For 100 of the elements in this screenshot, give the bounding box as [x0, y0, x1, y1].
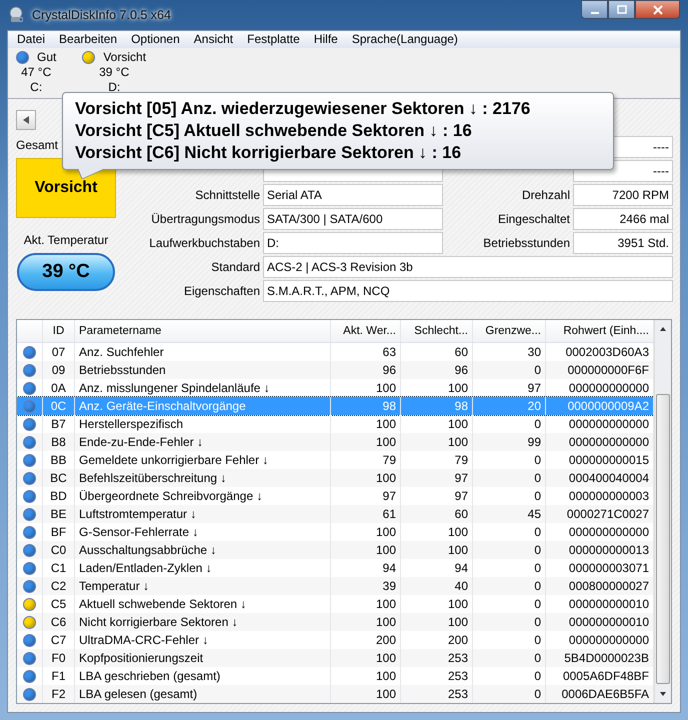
- table-cell: 0: [534, 651, 541, 665]
- table-cell: 100: [376, 525, 396, 539]
- menu-item[interactable]: Sprache(Language): [344, 32, 465, 46]
- info-field: 7200 RPM: [573, 184, 673, 206]
- table-cell: 000800000027: [568, 579, 649, 593]
- table-cell: 96: [382, 363, 396, 377]
- column-header[interactable]: Parametername: [75, 320, 331, 342]
- table-cell: B8: [51, 435, 66, 449]
- table-cell: 100: [376, 669, 396, 683]
- table-cell: 0000271C0027: [566, 507, 649, 521]
- menu-item[interactable]: Hilfe: [306, 32, 345, 46]
- table-cell: LBA gelesen (gesamt): [79, 687, 198, 701]
- table-cell: 20: [528, 399, 541, 413]
- table-cell: 000000000003: [568, 489, 649, 503]
- table-cell: 0C: [50, 399, 66, 413]
- temperature-display: 39 °C: [17, 253, 115, 291]
- table-cell: 100: [376, 471, 396, 485]
- table-cell: 0: [534, 597, 541, 611]
- table-cell: F1: [51, 669, 66, 683]
- column-header[interactable]: Schlecht...: [401, 320, 473, 342]
- table-cell: Anz. Geräte-Einschaltvorgänge: [79, 399, 246, 413]
- table-cell: C6: [50, 615, 66, 629]
- column-header[interactable]: Akt. Wer...: [331, 320, 401, 342]
- table-cell: 97: [454, 489, 468, 503]
- drive-status[interactable]: Gut: [37, 50, 56, 65]
- table-cell: Nicht korrigierbare Sektoren ↓: [79, 615, 238, 629]
- table-row[interactable]: BC Befehlszeitüberschreitung ↓ 100 97 0 000400040004: [17, 469, 654, 487]
- table-cell: 94: [382, 561, 396, 575]
- table-cell: 0: [534, 417, 541, 431]
- info-field: SATA/300 | SATA/600: [263, 208, 443, 230]
- table-cell: BF: [50, 525, 66, 539]
- table-cell: BE: [50, 507, 66, 521]
- info-field: 3951 Std.: [573, 232, 673, 254]
- table-cell: 0000000009A2: [568, 399, 649, 413]
- table-cell: 97: [454, 471, 468, 485]
- table-cell: 100: [448, 417, 468, 431]
- table-cell: C0: [50, 543, 66, 557]
- temperature-label: Akt. Temperatur: [24, 233, 108, 249]
- table-cell: 100: [376, 543, 396, 557]
- table-cell: 40: [454, 579, 468, 593]
- column-header[interactable]: ID: [43, 320, 75, 342]
- table-cell: 100: [376, 597, 396, 611]
- table-cell: 000000000F6F: [568, 363, 649, 377]
- table-cell: 100: [448, 597, 468, 611]
- table-cell: 96: [454, 363, 468, 377]
- field-label: Schnittstelle: [195, 188, 260, 202]
- drive-temperature[interactable]: 39 °C: [99, 64, 130, 80]
- table-cell: Herstellerspezifisch: [79, 417, 184, 431]
- table-cell: 000000000000: [568, 381, 649, 395]
- table-cell: 100: [448, 543, 468, 557]
- table-cell: 000000000010: [568, 597, 649, 611]
- table-cell: 0: [534, 561, 541, 575]
- table-cell: 100: [376, 615, 396, 629]
- table-cell: 0: [534, 669, 541, 683]
- table-cell: 253: [448, 651, 468, 665]
- table-row[interactable]: F0 Kopfpositionierungszeit 100 253 0 5B4D0000023B: [17, 649, 654, 667]
- menu-item[interactable]: Datei: [10, 32, 52, 46]
- table-cell: 99: [528, 435, 541, 449]
- table-cell: 0: [534, 453, 541, 467]
- table-cell: Kopfpositionierungszeit: [79, 651, 204, 665]
- table-cell: 000000000015: [568, 453, 649, 467]
- table-cell: 100: [376, 381, 396, 395]
- table-cell: B7: [51, 417, 66, 431]
- info-field: D:: [263, 232, 443, 254]
- drive-letter[interactable]: D:: [108, 80, 120, 95]
- table-cell: 100: [448, 435, 468, 449]
- table-row[interactable]: C0 Ausschaltungsabbrüche ↓ 100 100 0 000000000013: [17, 541, 654, 559]
- table-cell: Befehlszeitüberschreitung ↓: [79, 471, 226, 485]
- table-row[interactable]: 09 Betriebsstunden 96 96 0 000000000F6F: [17, 361, 654, 379]
- table-cell: 0: [534, 525, 541, 539]
- drive-letter[interactable]: C:: [30, 80, 42, 95]
- menu-item[interactable]: Bearbeiten: [52, 32, 124, 46]
- window-title: CrystalDiskInfo 7.0.5 x64: [32, 8, 171, 22]
- table-cell: 63: [382, 345, 396, 359]
- table-row[interactable]: B8 Ende-zu-Ende-Fehler ↓ 100 100 99 000000000000: [17, 433, 654, 451]
- table-row[interactable]: C2 Temperatur ↓ 39 40 0 000800000027: [17, 577, 654, 595]
- menu-item[interactable]: Festplatte: [240, 32, 307, 46]
- table-cell: 100: [376, 687, 396, 701]
- table-cell: 200: [376, 633, 396, 647]
- field-label: Übertragungsmodus: [151, 212, 260, 226]
- menu-item[interactable]: Optionen: [124, 32, 187, 46]
- table-cell: Übergeordnete Schreibvorgänge ↓: [79, 489, 262, 503]
- table-cell: 100: [376, 435, 396, 449]
- drive-temperature[interactable]: 47 °C: [21, 64, 52, 80]
- table-cell: C2: [50, 579, 66, 593]
- table-row[interactable]: C6 Nicht korrigierbare Sektoren ↓ 100 100 0 000000000010: [17, 613, 654, 631]
- menu-item[interactable]: Ansicht: [186, 32, 240, 46]
- table-cell: 000000000000: [568, 417, 649, 431]
- table-cell: 100: [448, 525, 468, 539]
- table-cell: 97: [528, 381, 541, 395]
- table-row[interactable]: BE Luftstromtemperatur ↓ 61 60 45 0000271C0027: [17, 505, 654, 523]
- table-cell: Anz. Suchfehler: [79, 345, 164, 359]
- table-cell: 000400040004: [568, 471, 649, 485]
- table-row[interactable]: F2 LBA gelesen (gesamt) 100 253 0 0006DAE6B5FA: [17, 685, 654, 703]
- table-cell: 30: [528, 345, 541, 359]
- table-cell: BB: [50, 453, 66, 467]
- drive-status[interactable]: Vorsicht: [103, 50, 146, 65]
- table-cell: Ausschaltungsabbrüche ↓: [79, 543, 216, 557]
- column-header[interactable]: Grenzwe...: [473, 320, 546, 342]
- field-label: Eigenschaften: [184, 284, 260, 298]
